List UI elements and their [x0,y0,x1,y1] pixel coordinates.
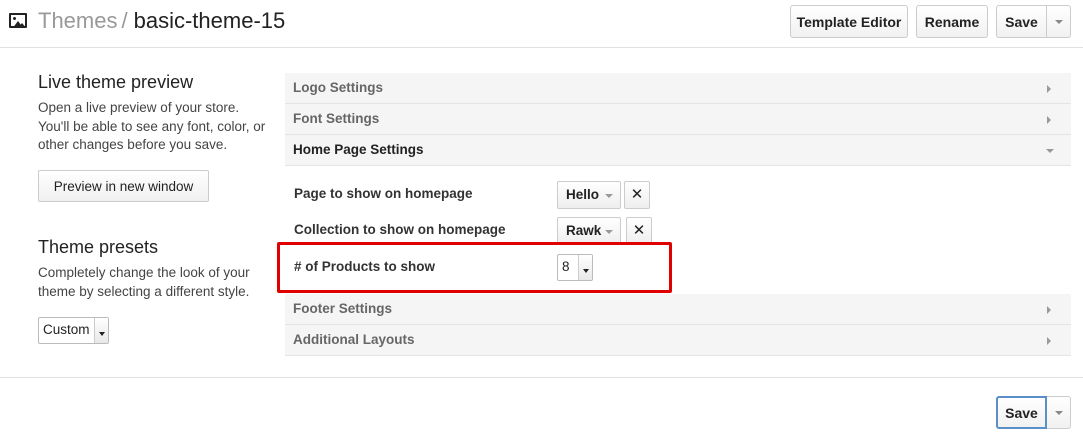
template-editor-button[interactable]: Template Editor [790,5,908,38]
theme-presets-description: Completely change the look of your theme… [38,265,250,299]
close-icon: ✕ [632,222,646,239]
save-button[interactable]: Save [996,5,1047,38]
rename-button[interactable]: Rename [916,5,988,38]
accordion-label: Additional Layouts [293,332,415,347]
theme-presets-section: Theme presets Completely change the look… [38,235,268,301]
collection-select[interactable]: Rawk [557,217,621,245]
remove-collection-button[interactable]: ✕ [626,217,652,245]
chevron-down-icon [94,318,108,343]
caret-down-icon [605,230,613,234]
page-title: Themes / basic-theme-15 [38,7,285,35]
collection-select-value: Rawk [566,223,602,238]
accordion-additional-layouts[interactable]: Additional Layouts [285,325,1071,356]
accordion-label: Logo Settings [293,80,383,95]
accordion-label: Home Page Settings [293,142,424,157]
close-icon: ✕ [630,186,644,203]
accordion-label: Footer Settings [293,301,393,316]
chevron-down-icon [1046,149,1054,153]
breadcrumb-themes[interactable]: Themes [38,8,117,33]
image-icon [9,13,27,28]
theme-presets-title: Theme presets [38,237,159,257]
caret-down-icon [605,194,613,198]
chevron-right-icon [1047,85,1051,93]
page-select-value: Hello [566,187,600,202]
theme-name: basic-theme-15 [133,8,286,33]
breadcrumb-separator: / [121,8,128,33]
page-select[interactable]: Hello [557,181,621,209]
chevron-right-icon [1047,116,1051,124]
live-preview-section: Live theme preview Open a live preview o… [38,70,268,155]
accordion-home-page-settings[interactable]: Home Page Settings [285,135,1071,166]
footer-save-button[interactable]: Save [996,396,1047,429]
chevron-right-icon [1047,306,1051,314]
live-preview-title: Live theme preview [38,72,194,92]
footer-save-options-dropdown[interactable] [1047,396,1071,429]
accordion-logo-settings[interactable]: Logo Settings [285,73,1071,104]
chevron-right-icon [1047,337,1051,345]
preview-new-window-button[interactable]: Preview in new window [38,170,209,202]
live-preview-description: Open a live preview of your store. You'l… [38,100,266,152]
save-options-dropdown[interactable] [1047,5,1071,38]
remove-page-button[interactable]: ✕ [624,181,650,209]
theme-preset-value: Custom [43,322,90,337]
highlight-box [277,242,672,293]
page-header: Themes / basic-theme-15 Template Editor Re… [0,0,1083,48]
footer-divider [0,377,1083,378]
accordion-label: Font Settings [293,111,380,126]
collection-setting-label: Collection to show on homepage [294,222,506,237]
accordion-footer-settings[interactable]: Footer Settings [285,294,1071,325]
page-setting-label: Page to show on homepage [294,186,473,201]
theme-preset-select[interactable]: Custom [38,317,109,344]
accordion-font-settings[interactable]: Font Settings [285,104,1071,135]
